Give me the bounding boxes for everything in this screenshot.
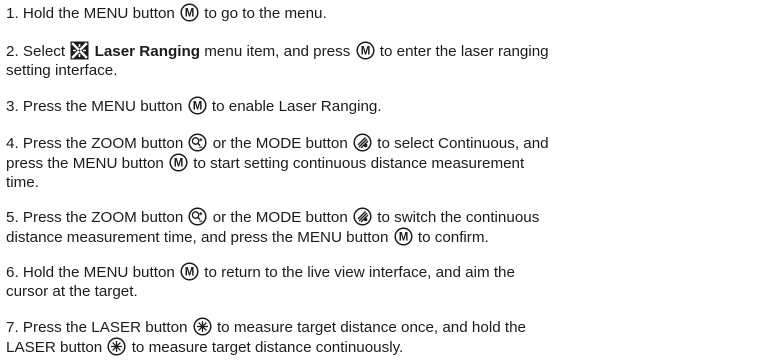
step-text: press the MENU button xyxy=(6,155,169,172)
step-text: 7. Press the LASER button xyxy=(6,319,192,336)
menu-button-icon: M xyxy=(180,3,199,22)
zoom-button-icon xyxy=(188,207,208,226)
step-text: to enable Laser Ranging. xyxy=(207,98,382,115)
step-text: or the MODE button xyxy=(208,135,352,152)
svg-text:M: M xyxy=(398,232,408,244)
svg-text:M: M xyxy=(192,101,202,113)
instruction-document: 1. Hold the MENU button M to go to the m… xyxy=(0,0,766,363)
step-text: menu item, and press xyxy=(200,43,355,60)
step-text: to measure target distance once, and hol… xyxy=(212,319,526,336)
step-text: to select Continuous, and xyxy=(373,135,549,152)
step-text: to switch the continuous xyxy=(373,209,540,226)
svg-text:M: M xyxy=(174,158,184,170)
step-6: 6. Hold the MENU button M to return to t… xyxy=(6,262,762,301)
menu-button-icon: M xyxy=(394,227,413,246)
step-text: to enter the laser ranging xyxy=(375,43,549,60)
menu-button-icon: M xyxy=(355,41,375,60)
laser-button-icon xyxy=(107,337,127,356)
step-text: time. xyxy=(6,174,39,191)
step-text: 1. Hold the MENU button xyxy=(6,5,180,22)
menu-button-icon: M xyxy=(169,153,188,172)
step-text: 3. Press the MENU button xyxy=(6,98,187,115)
step-2: 2. Select Laser Ranging menu item, and p… xyxy=(6,41,762,80)
svg-text:M: M xyxy=(185,267,195,279)
step-text: LASER button xyxy=(6,339,107,356)
svg-text:M: M xyxy=(360,46,370,58)
step-text: 5. Press the ZOOM button xyxy=(6,209,188,226)
step-text: to measure target distance continuously. xyxy=(127,339,404,356)
laser-button-icon xyxy=(193,317,212,336)
step-3: 3. Press the MENU button M to enable Las… xyxy=(6,96,762,116)
step-text: 4. Press the ZOOM button xyxy=(6,135,188,152)
step-text: 6. Hold the MENU button xyxy=(6,264,180,281)
step-text: 2. Select xyxy=(6,43,70,60)
step-4: 4. Press the ZOOM button or the MODE but… xyxy=(6,133,762,192)
step-text: cursor at the target. xyxy=(6,283,138,300)
zoom-button-icon xyxy=(188,133,208,152)
menu-item-name: Laser Ranging xyxy=(94,43,201,60)
step-text: setting interface. xyxy=(6,62,118,79)
step-text: to go to the menu. xyxy=(200,5,327,22)
step-7: 7. Press the LASER button to measure tar… xyxy=(6,317,762,357)
step-5: 5. Press the ZOOM button or the MODE but… xyxy=(6,207,762,247)
mode-button-icon xyxy=(353,207,372,226)
laser-ranging-icon xyxy=(70,41,89,60)
step-text: or the MODE button xyxy=(208,209,352,226)
step-text: to start setting continuous distance mea… xyxy=(189,155,525,172)
mode-button-icon xyxy=(353,133,372,152)
svg-text:M: M xyxy=(185,8,195,20)
step-text: to confirm. xyxy=(413,229,489,246)
step-text: to return to the live view interface, an… xyxy=(200,264,515,281)
step-1: 1. Hold the MENU button M to go to the m… xyxy=(6,3,762,23)
menu-button-icon: M xyxy=(180,262,199,281)
menu-button-icon: M xyxy=(188,96,207,115)
step-text: distance measurement time, and press the… xyxy=(6,229,393,246)
